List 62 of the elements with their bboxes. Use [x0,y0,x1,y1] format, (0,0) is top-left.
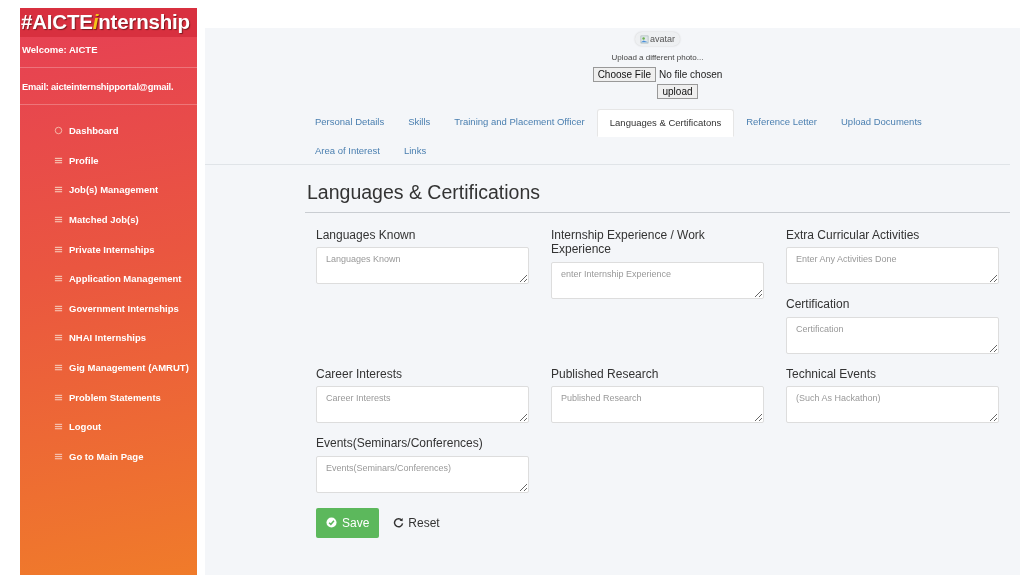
upload-hint: Upload a different photo... [611,53,704,62]
tab[interactable]: Languages & Certificatons [596,109,735,137]
list-icon [54,451,63,461]
save-button[interactable]: Save [316,507,380,538]
list-icon [54,303,63,313]
sidebar-item[interactable]: Private Internships [20,234,197,264]
text-area[interactable]: Enter Any Activities Done [786,247,999,285]
tab[interactable]: Personal Details [303,109,397,137]
text-area[interactable]: Published Research [551,386,764,424]
sidebar-item[interactable]: Logout [20,411,197,442]
list-icon [54,274,63,284]
list-icon [54,155,63,165]
broken-image-icon [640,34,649,44]
text-area[interactable]: (Such As Hackathon) [786,386,999,424]
refresh-icon [393,517,405,529]
text-area[interactable]: Certification [786,316,999,354]
sidebar-item[interactable]: Go to Main Page [20,441,197,472]
sidebar-item[interactable]: Matched Job(s) [20,204,197,235]
list-icon [54,244,63,254]
tab[interactable]: Skills [396,109,443,137]
sidebar-item[interactable]: Job(s) Management [20,175,197,205]
avatar-alt-text: avatar [650,34,675,44]
tab[interactable]: Links [391,137,439,164]
tab[interactable]: Reference Letter [734,109,829,137]
list-icon [54,215,63,225]
list-icon [54,363,63,373]
upload-button[interactable]: upload [657,84,698,99]
text-area[interactable]: enter Internship Experience [551,261,764,299]
email-text: Email: aicteinternshipportal@gmail. [21,81,175,94]
field-label: Extra Curricular Activities [786,228,921,243]
list-icon [54,392,63,402]
reset-button[interactable]: Reset [393,515,440,530]
list-icon [54,422,63,432]
sidebar-item[interactable]: Application Management [20,263,197,294]
field-label: Languages Known [316,228,417,243]
sidebar-item[interactable]: Profile [20,145,197,176]
sidebar-item[interactable]: Dashboard [20,116,197,146]
field-label: Certification [786,297,851,312]
sidebar-item[interactable]: Gig Management (AMRUT) [20,352,197,383]
tab[interactable]: Area of Interest [303,137,392,164]
text-area[interactable]: Events(Seminars/Conferences) [316,455,529,493]
list-icon [54,333,63,343]
sidebar-item[interactable]: NHAI Internships [20,323,197,353]
choose-file-button[interactable]: Choose File [592,67,656,82]
text-area[interactable]: Languages Known [316,247,529,285]
field-label: Technical Events [786,366,878,382]
tab[interactable]: Upload Documents [829,109,934,137]
tab[interactable]: Training and Placement Officer [442,109,597,137]
file-status-text: No file chosen [659,69,723,80]
field-label: Career Interests [316,366,404,382]
circle-icon [54,126,63,136]
list-icon [54,185,63,195]
field-label: Published Research [551,366,660,382]
welcome-text: Welcome: AICTE [21,43,99,57]
field-label: Internship Experience / Work Experience [551,228,706,257]
sidebar-item[interactable]: Government Internships [20,293,197,324]
sidebar-item[interactable]: Problem Statements [20,382,197,412]
field-label: Events(Seminars/Conferences) [316,436,484,451]
text-area[interactable]: Career Interests [316,386,529,424]
logo: #AICTEinternship [20,8,197,37]
section-title: Languages & Certifications [305,181,1010,213]
check-circle-icon [326,517,337,529]
